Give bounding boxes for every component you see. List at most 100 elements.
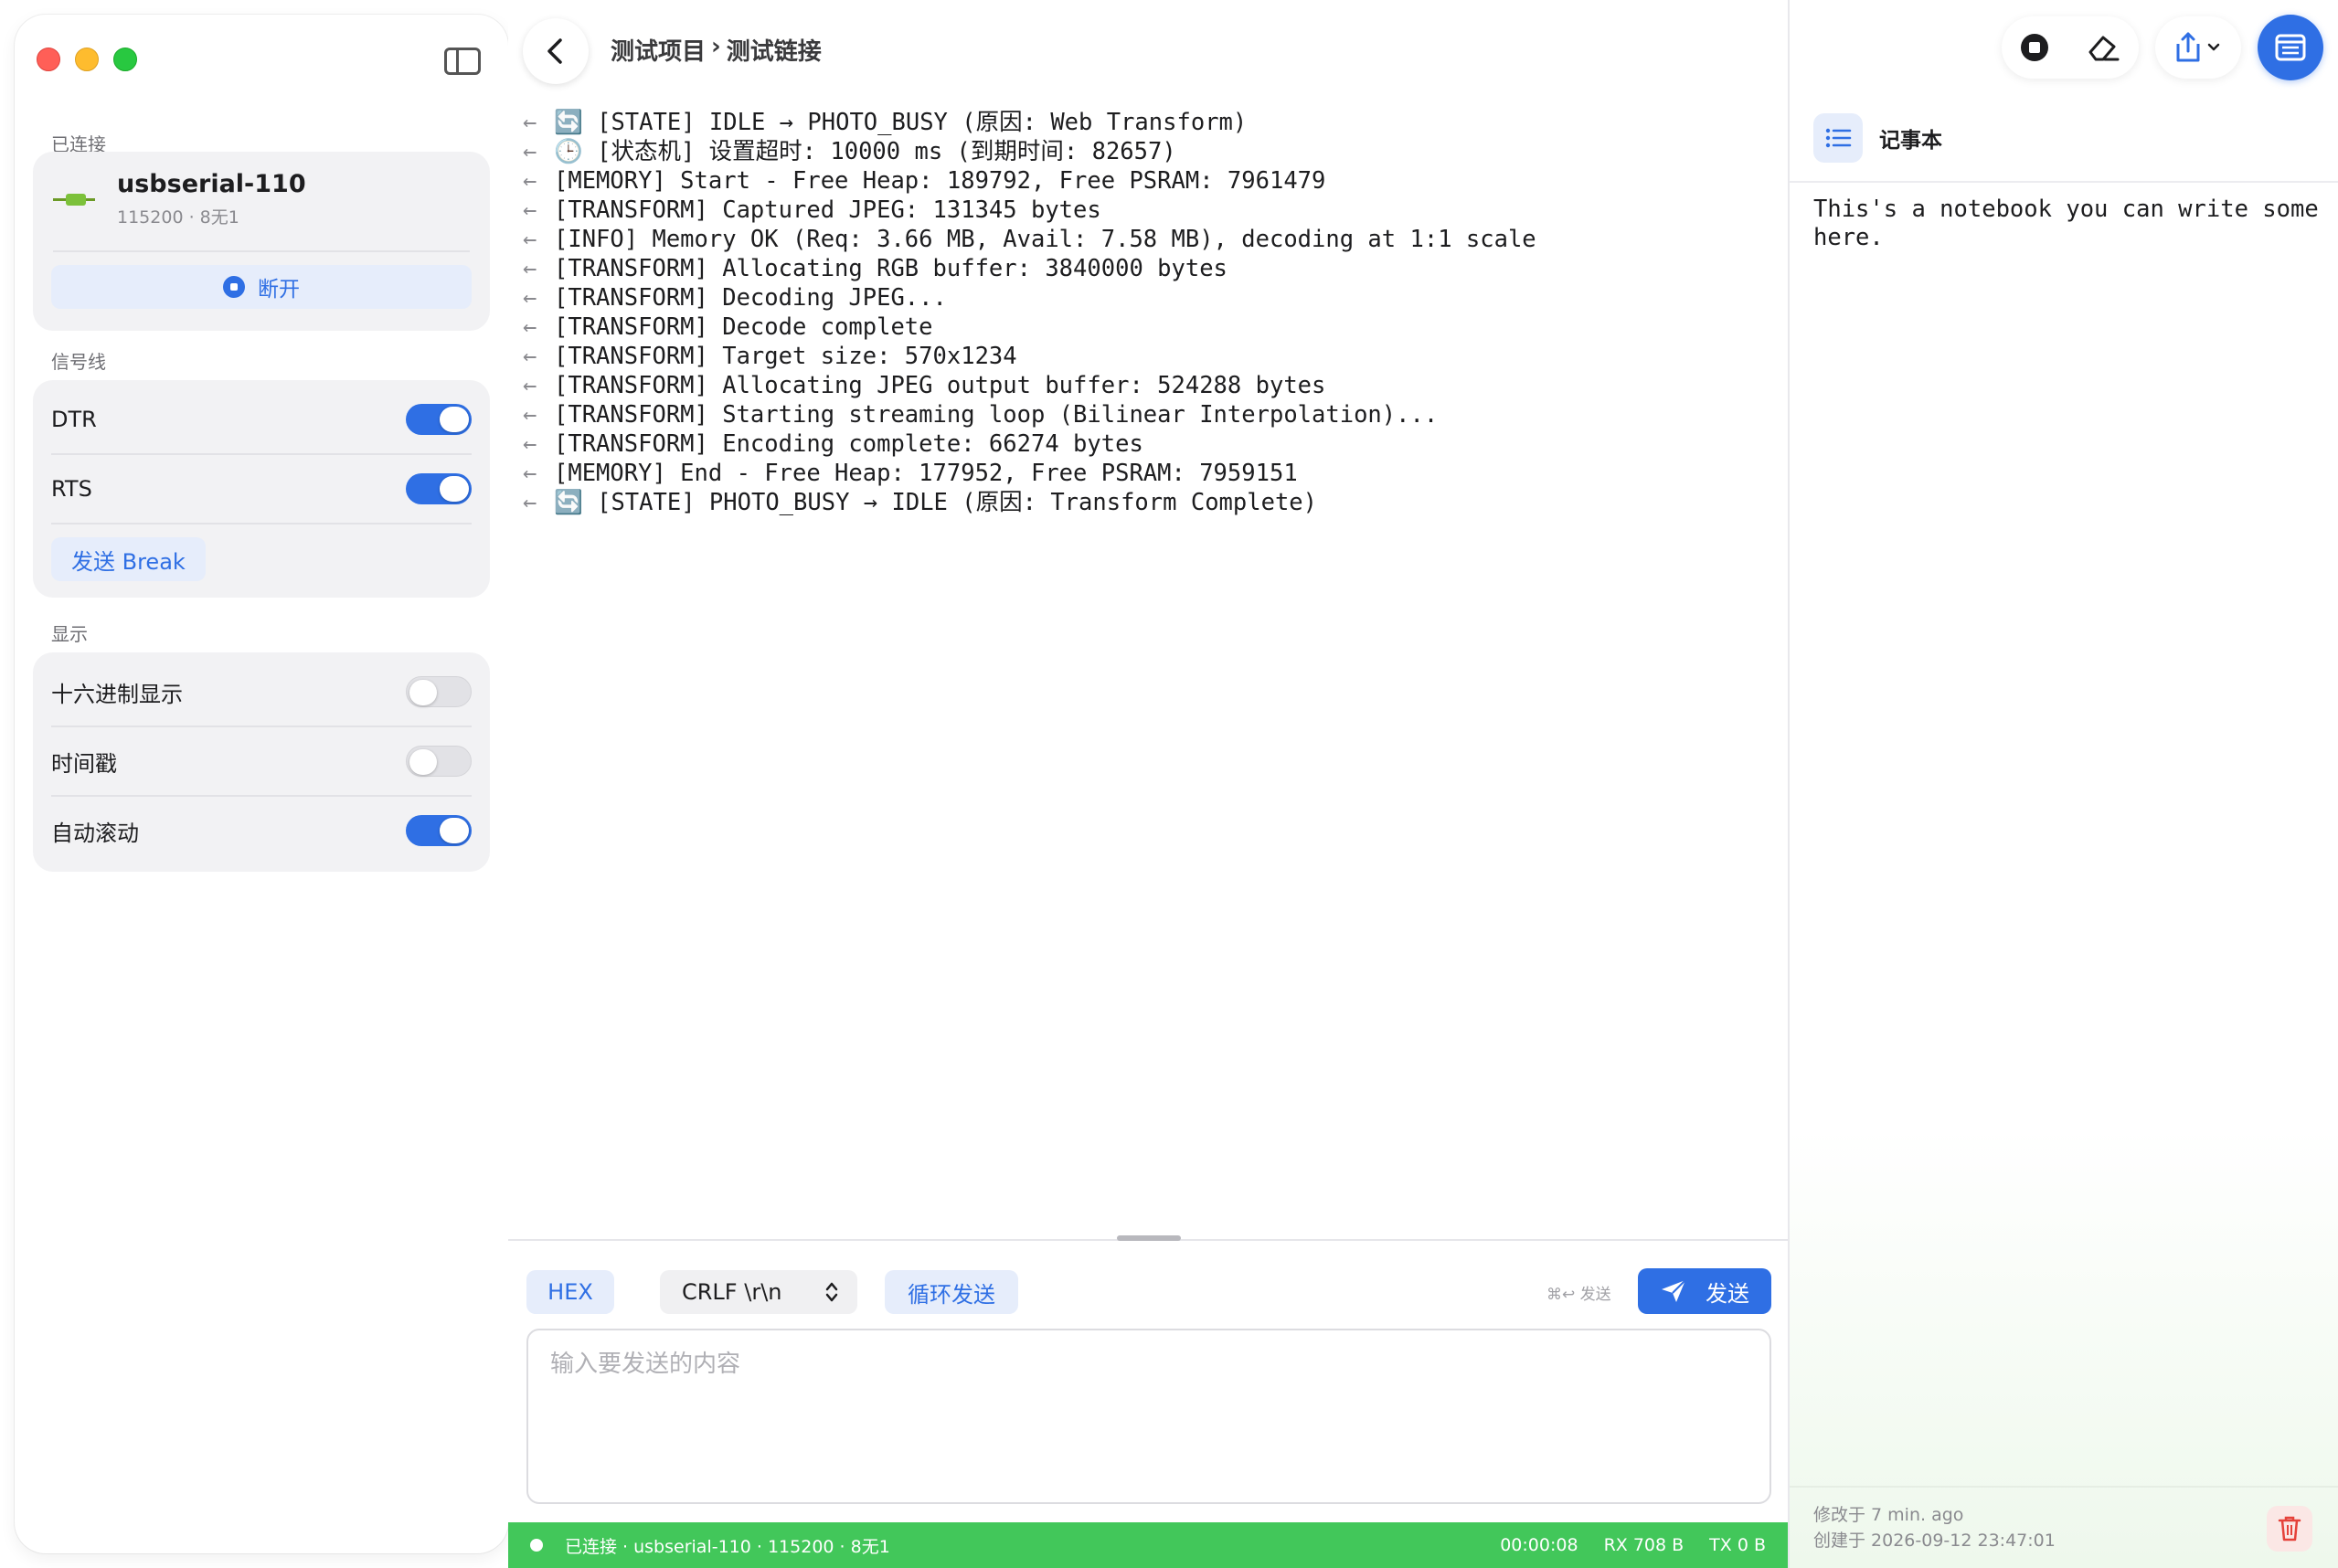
log-line: ← 🔄 [STATE] IDLE → PHOTO_BUSY (原因: Web Tr… bbox=[523, 108, 1769, 137]
signal-label-rts: RTS bbox=[51, 476, 92, 502]
disconnect-label: 断开 bbox=[258, 278, 300, 302]
status-elapsed: 00:00:08 bbox=[1500, 1535, 1578, 1555]
send-button[interactable]: 发送 bbox=[1638, 1268, 1771, 1314]
breadcrumb-link: 测试链接 bbox=[726, 38, 822, 66]
status-metrics: 00:00:08 RX 708 B TX 0 B bbox=[1500, 1535, 1766, 1555]
paper-plane-icon bbox=[1662, 1279, 1686, 1302]
divider bbox=[53, 250, 470, 252]
log-line: ← [TRANSFORM] Decoding JPEG... bbox=[523, 283, 1769, 313]
log-text: 🔄 [STATE] IDLE → PHOTO_BUSY (原因: Web Tra… bbox=[554, 109, 1248, 136]
usb-cable-icon bbox=[53, 190, 95, 208]
status-connection: 已连接 · usbserial-110 · 115200 · 8无1 bbox=[565, 1536, 890, 1557]
stop-icon[interactable] bbox=[2019, 32, 2050, 63]
loop-send-button[interactable]: 循环发送 bbox=[885, 1270, 1018, 1314]
console-log[interactable]: ← 🔄 [STATE] IDLE → PHOTO_BUSY (原因: Web Tr… bbox=[523, 108, 1769, 517]
trash-icon bbox=[2278, 1516, 2301, 1542]
back-button[interactable] bbox=[523, 18, 589, 84]
timestamp-label: 时间戳 bbox=[51, 750, 117, 777]
signals-section-label: 信号线 bbox=[51, 351, 106, 373]
hex-display-label: 十六进制显示 bbox=[51, 681, 183, 707]
signal-row-dtr: DTR bbox=[51, 386, 472, 453]
log-text: [MEMORY] Start - Free Heap: 189792, Free… bbox=[554, 167, 1326, 195]
send-break-button[interactable]: 发送 Break bbox=[51, 537, 206, 581]
message-input[interactable] bbox=[528, 1330, 1769, 1502]
device-params: 115200 · 8无1 bbox=[117, 207, 239, 228]
device-row: usbserial-110 115200 · 8无1 bbox=[53, 170, 306, 228]
delete-note-button[interactable] bbox=[2267, 1506, 2312, 1552]
incoming-arrow-icon: ← bbox=[523, 460, 537, 487]
log-line: ← [TRANSFORM] Decode complete bbox=[523, 313, 1769, 342]
log-text: [TRANSFORM] Allocating RGB buffer: 38400… bbox=[554, 255, 1227, 282]
chevron-left-icon bbox=[547, 38, 562, 64]
notebook-modified: 修改于 7 min. ago bbox=[1813, 1505, 1964, 1525]
incoming-arrow-icon: ← bbox=[523, 401, 537, 429]
incoming-arrow-icon: ← bbox=[523, 167, 537, 195]
stop-circle-icon bbox=[223, 276, 245, 298]
hex-mode-button[interactable]: HEX bbox=[526, 1270, 614, 1314]
rts-toggle[interactable] bbox=[406, 473, 472, 504]
log-text: [INFO] Memory OK (Req: 3.66 MB, Avail: 7… bbox=[554, 226, 1536, 253]
display-row-timestamp: 时间戳 bbox=[51, 727, 472, 795]
display-section-label: 显示 bbox=[51, 623, 88, 645]
console-main: 测试项目 › 测试链接 ← 🔄 [STATE] IDLE → PHOTO_BUSY… bbox=[508, 0, 1788, 1568]
log-text: [TRANSFORM] Allocating JPEG output buffe… bbox=[554, 372, 1326, 399]
log-text: [TRANSFORM] Encoding complete: 66274 byt… bbox=[554, 430, 1143, 458]
log-line: ← 🕒 [状态机] 设置超时: 10000 ms (到期时间: 82657) bbox=[523, 137, 1769, 166]
sidebar-toggle-icon[interactable] bbox=[444, 48, 481, 75]
resize-handle[interactable] bbox=[1117, 1235, 1181, 1241]
notebook-header: 记事本 bbox=[1813, 113, 1942, 163]
message-input-box bbox=[526, 1329, 1771, 1504]
log-line: ← 🔄 [STATE] PHOTO_BUSY → IDLE (原因: Transf… bbox=[523, 488, 1769, 517]
incoming-arrow-icon: ← bbox=[523, 430, 537, 458]
autoscroll-toggle[interactable] bbox=[406, 815, 472, 846]
breadcrumb: 测试项目 › 测试链接 bbox=[611, 33, 822, 67]
log-line: ← [TRANSFORM] Encoding complete: 66274 by… bbox=[523, 429, 1769, 459]
status-tx: TX 0 B bbox=[1709, 1535, 1766, 1555]
updown-chevron-icon bbox=[825, 1282, 838, 1302]
status-rx: RX 708 B bbox=[1603, 1535, 1684, 1555]
line-ending-value: CRLF \r\n bbox=[682, 1279, 782, 1305]
status-bar: 已连接 · usbserial-110 · 115200 · 8无1 00:00… bbox=[508, 1522, 1788, 1568]
capture-controls bbox=[2002, 16, 2139, 79]
notebook-panel: 记事本 This's a notebook you can write some… bbox=[1788, 0, 2338, 1568]
incoming-arrow-icon: ← bbox=[523, 109, 537, 136]
eraser-icon[interactable] bbox=[2085, 32, 2121, 63]
status-dot-icon bbox=[530, 1539, 543, 1552]
log-line: ← [TRANSFORM] Target size: 570x1234 bbox=[523, 342, 1769, 371]
share-menu-button[interactable] bbox=[2155, 16, 2241, 79]
incoming-arrow-icon: ← bbox=[523, 343, 537, 370]
incoming-arrow-icon: ← bbox=[523, 284, 537, 312]
timestamp-toggle[interactable] bbox=[406, 746, 472, 777]
disconnect-button[interactable]: 断开 bbox=[51, 265, 472, 309]
log-line: ← [TRANSFORM] Captured JPEG: 131345 bytes bbox=[523, 196, 1769, 225]
notebook-toggle-button[interactable] bbox=[2258, 15, 2323, 80]
device-card: usbserial-110 115200 · 8无1 断开 bbox=[33, 152, 490, 331]
line-ending-select[interactable]: CRLF \r\n bbox=[660, 1270, 857, 1314]
log-line: ← [TRANSFORM] Starting streaming loop (Bi… bbox=[523, 400, 1769, 429]
incoming-arrow-icon: ← bbox=[523, 138, 537, 165]
notebook-title: 记事本 bbox=[1879, 129, 1942, 153]
incoming-arrow-icon: ← bbox=[523, 313, 537, 341]
log-text: [TRANSFORM] Decode complete bbox=[554, 313, 933, 341]
log-line: ← [TRANSFORM] Allocating JPEG output buff… bbox=[523, 371, 1769, 400]
log-text: [TRANSFORM] Captured JPEG: 131345 bytes bbox=[554, 196, 1101, 224]
autoscroll-label: 自动滚动 bbox=[51, 820, 139, 846]
zoom-window-button[interactable] bbox=[113, 48, 137, 71]
shortcut-hint: ⌘↩ 发送 bbox=[1546, 1286, 1611, 1304]
minimize-window-button[interactable] bbox=[75, 48, 99, 71]
signal-label-dtr: DTR bbox=[51, 407, 97, 432]
sidebar: 已连接 usbserial-110 115200 · 8无1 断开 信号线 DT… bbox=[15, 15, 508, 1553]
breadcrumb-project[interactable]: 测试项目 bbox=[611, 33, 706, 67]
notebook-content[interactable]: This's a notebook you can write some her… bbox=[1813, 196, 2325, 252]
log-text: 🔄 [STATE] PHOTO_BUSY → IDLE (原因: Transfo… bbox=[554, 489, 1318, 516]
notes-icon bbox=[2275, 34, 2306, 61]
hex-display-toggle[interactable] bbox=[406, 676, 472, 707]
divider bbox=[1790, 1486, 2338, 1488]
close-window-button[interactable] bbox=[37, 48, 60, 71]
divider bbox=[1790, 181, 2338, 183]
breadcrumb-separator: › bbox=[711, 33, 721, 60]
incoming-arrow-icon: ← bbox=[523, 489, 537, 516]
display-row-hex: 十六进制显示 bbox=[51, 658, 472, 726]
signals-card: DTR RTS 发送 Break bbox=[33, 380, 490, 598]
dtr-toggle[interactable] bbox=[406, 404, 472, 435]
